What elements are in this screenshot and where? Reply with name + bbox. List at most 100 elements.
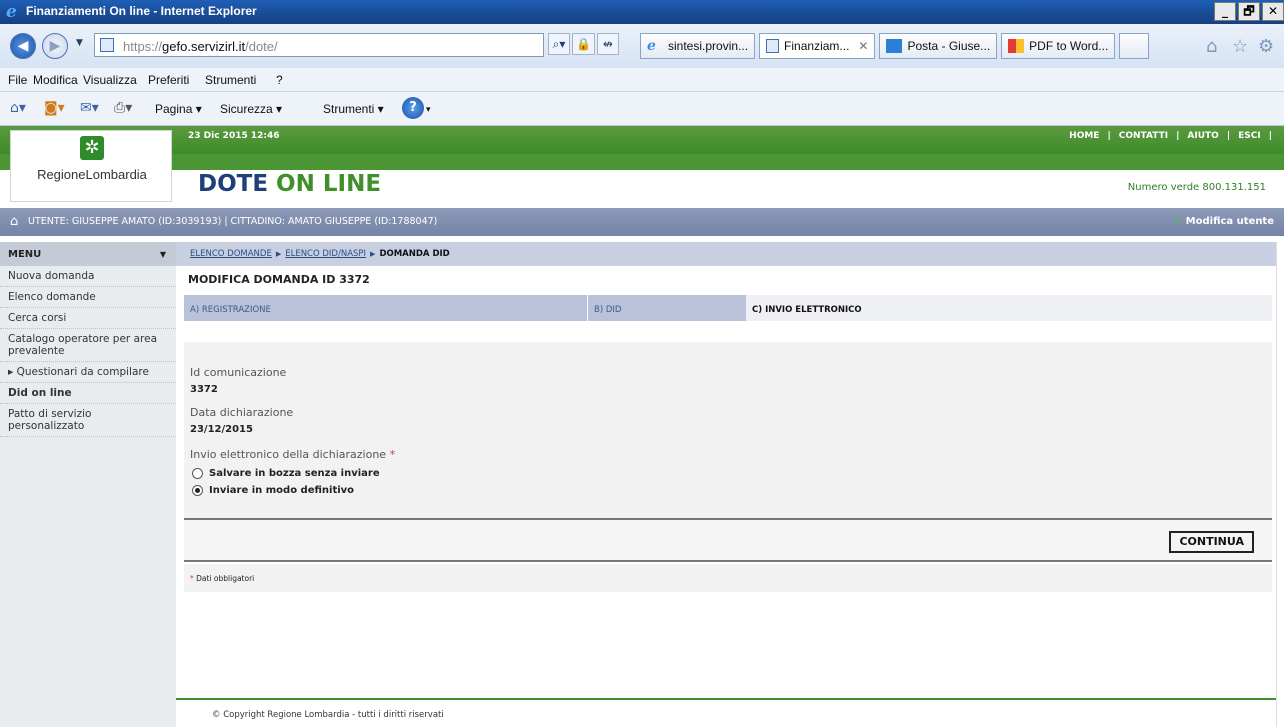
- regione-lombardia-logo[interactable]: ✲ RegioneLombardia: [10, 130, 172, 202]
- back-button[interactable]: ◀: [10, 33, 36, 59]
- numero-verde: Numero verde 800.131.151: [1127, 182, 1266, 193]
- tab-finanziamenti[interactable]: Finanziam... ✕: [759, 33, 876, 59]
- site-green-band: [0, 154, 1284, 170]
- modifica-utente-link[interactable]: ✎ Modifica utente: [1173, 216, 1274, 227]
- action-bar: CONTINUA: [184, 518, 1272, 562]
- legend-text: Dati obbligatori: [196, 574, 255, 583]
- separator: |: [1268, 131, 1272, 141]
- footer: © Copyright Regione Lombardia - tutti i …: [176, 698, 1276, 727]
- sicurezza-menu[interactable]: Sicurezza ▾: [220, 102, 282, 116]
- main-content: ELENCO DOMANDE ▶ ELENCO DID/NASPI ▶ DOMANDA …: [176, 242, 1276, 727]
- mail-icon[interactable]: ✉▾: [80, 100, 99, 116]
- radio-button-selected[interactable]: [192, 485, 203, 496]
- print-icon[interactable]: ⎙▾: [114, 100, 132, 116]
- close-tab-icon[interactable]: ✕: [858, 34, 868, 58]
- separator: |: [1176, 131, 1180, 141]
- window-title-bar: e Finanziamenti On line - Internet Explo…: [0, 0, 1284, 24]
- breadcrumb-separator-icon: ▶: [275, 250, 282, 258]
- tab-label: Finanziam...: [784, 39, 850, 53]
- menu-strumenti[interactable]: Strumenti: [205, 73, 256, 87]
- form-panel: Id comunicazione 3372 Data dichiarazione…: [184, 342, 1272, 518]
- lombardia-rose-icon: ✲: [80, 136, 104, 160]
- sidebar-item-catalogo-operatore[interactable]: Catalogo operatore per area prevalente: [0, 329, 176, 362]
- home-link[interactable]: HOME: [1065, 131, 1103, 141]
- favorites-icon[interactable]: ☆: [1232, 36, 1248, 57]
- tab-label: PDF to Word...: [1029, 39, 1109, 53]
- menu-visualizza[interactable]: Visualizza: [83, 73, 137, 87]
- tab-posta[interactable]: Posta - Giuse...: [879, 33, 998, 59]
- minimize-button[interactable]: _: [1214, 2, 1236, 21]
- mail-icon: [886, 39, 903, 53]
- pagina-menu[interactable]: Pagina ▾: [155, 102, 202, 116]
- copyright-text: © Copyright Regione Lombardia - tutti i …: [212, 710, 444, 720]
- step-registrazione[interactable]: A) REGISTRAZIONE: [184, 295, 588, 321]
- step-did[interactable]: B) DID: [588, 295, 746, 321]
- chevron-down-icon: ▼: [159, 250, 166, 259]
- sidebar-item-patto-di-servizio[interactable]: Patto di servizio personalizzato: [0, 404, 176, 437]
- sidebar-item-elenco-domande[interactable]: Elenco domande: [0, 287, 176, 308]
- menu-preferiti[interactable]: Preferiti: [148, 73, 189, 87]
- scrollbar[interactable]: [1276, 242, 1284, 727]
- home-icon[interactable]: ⌂▾: [10, 100, 26, 116]
- breadcrumb: ELENCO DOMANDE ▶ ELENCO DID/NASPI ▶ DOMANDA …: [176, 242, 1276, 266]
- browser-tabs: e sintesi.provin... Finanziam... ✕ Posta…: [640, 33, 1150, 59]
- data-dichiarazione-value: 23/12/2015: [190, 424, 253, 435]
- tab-pdf-to-word[interactable]: PDF to Word...: [1001, 33, 1116, 59]
- sidebar: MENU ▼ Nuova domanda Elenco domande Cerc…: [0, 242, 176, 727]
- tab-sintesi[interactable]: e sintesi.provin...: [640, 33, 756, 59]
- sidebar-item-cerca-corsi[interactable]: Cerca corsi: [0, 308, 176, 329]
- strumenti-menu[interactable]: Strumenti ▾: [323, 102, 384, 116]
- gear-icon[interactable]: ⚙: [1258, 36, 1274, 57]
- url-input[interactable]: https://gefo.servizirl.it/dote/: [94, 33, 544, 57]
- menu-header[interactable]: MENU ▼: [0, 242, 176, 266]
- ie-logo-icon: e: [6, 2, 17, 22]
- user-info: UTENTE: GIUSEPPE AMATO (ID:3039193) | CI…: [28, 216, 438, 227]
- sidebar-item-nuova-domanda[interactable]: Nuova domanda: [0, 266, 176, 287]
- aiuto-link[interactable]: AIUTO: [1183, 131, 1222, 141]
- page-title: MODIFICA DOMANDA ID 3372: [188, 273, 370, 286]
- id-comunicazione-value: 3372: [190, 384, 218, 395]
- sidebar-item-questionari[interactable]: ▸ Questionari da compilare: [0, 362, 176, 383]
- id-comunicazione-label: Id comunicazione: [190, 366, 287, 379]
- sidebar-item-did-on-line[interactable]: Did on line: [0, 383, 176, 404]
- help-dropdown-icon[interactable]: ▾: [426, 104, 431, 115]
- menu-bar: File Modifica Visualizza Preferiti Strum…: [0, 68, 1284, 92]
- pdf-app-icon: [1008, 39, 1025, 53]
- user-bar: ⌂ UTENTE: GIUSEPPE AMATO (ID:3039193) | …: [0, 208, 1284, 236]
- separator: |: [1107, 131, 1111, 141]
- url-tools: ⌕▾ 🔒 ↮: [548, 33, 619, 55]
- restore-button[interactable]: 🗗: [1238, 2, 1260, 21]
- radio-inviare-definitivo[interactable]: Inviare in modo definitivo: [192, 485, 354, 496]
- close-window-button[interactable]: ✕: [1262, 2, 1284, 21]
- home-icon[interactable]: ⌂: [1206, 36, 1217, 57]
- command-bar: ⌂▾ ◙▾ ✉▾ ⎙▾ Pagina ▾ Sicurezza ▾ Strumen…: [0, 92, 1284, 126]
- menu-modifica[interactable]: Modifica: [33, 73, 78, 87]
- menu-file[interactable]: File: [8, 73, 27, 87]
- url-text[interactable]: https://gefo.servizirl.it/dote/: [123, 39, 278, 54]
- logo-text: RegioneLombardia: [37, 167, 147, 182]
- radio-label: Inviare in modo definitivo: [209, 485, 355, 496]
- esci-link[interactable]: ESCI: [1234, 131, 1265, 141]
- continua-button[interactable]: CONTINUA: [1169, 531, 1254, 553]
- address-bar: ◀ ▶ ▼ https://gefo.servizirl.it/dote/ ⌕▾…: [0, 24, 1284, 68]
- ie-icon: e: [647, 38, 656, 54]
- breadcrumb-elenco-domande[interactable]: ELENCO DOMANDE: [190, 249, 272, 259]
- new-tab-button[interactable]: [1119, 33, 1150, 59]
- radio-salvare-bozza[interactable]: Salvare in bozza senza inviare: [192, 468, 380, 479]
- breadcrumb-separator-icon: ▶: [370, 250, 376, 258]
- history-dropdown-icon[interactable]: ▼: [76, 38, 83, 48]
- compat-view-icon[interactable]: ↮: [596, 33, 619, 55]
- breadcrumb-elenco-did-naspi[interactable]: ELENCO DID/NASPI: [285, 249, 366, 259]
- menu-help[interactable]: ?: [276, 73, 283, 87]
- radio-button[interactable]: [192, 468, 203, 479]
- help-icon[interactable]: ?: [402, 97, 424, 119]
- tab-label: sintesi.provin...: [668, 39, 749, 53]
- search-icon[interactable]: ⌕▾: [548, 33, 570, 55]
- lock-icon[interactable]: 🔒: [572, 33, 595, 55]
- forward-button[interactable]: ▶: [42, 33, 68, 59]
- required-mark: *: [190, 574, 194, 583]
- tab-label: Posta - Giuse...: [907, 39, 991, 53]
- contatti-link[interactable]: CONTATTI: [1115, 131, 1172, 141]
- required-mark: *: [389, 448, 396, 461]
- feeds-icon[interactable]: ◙▾: [44, 100, 65, 116]
